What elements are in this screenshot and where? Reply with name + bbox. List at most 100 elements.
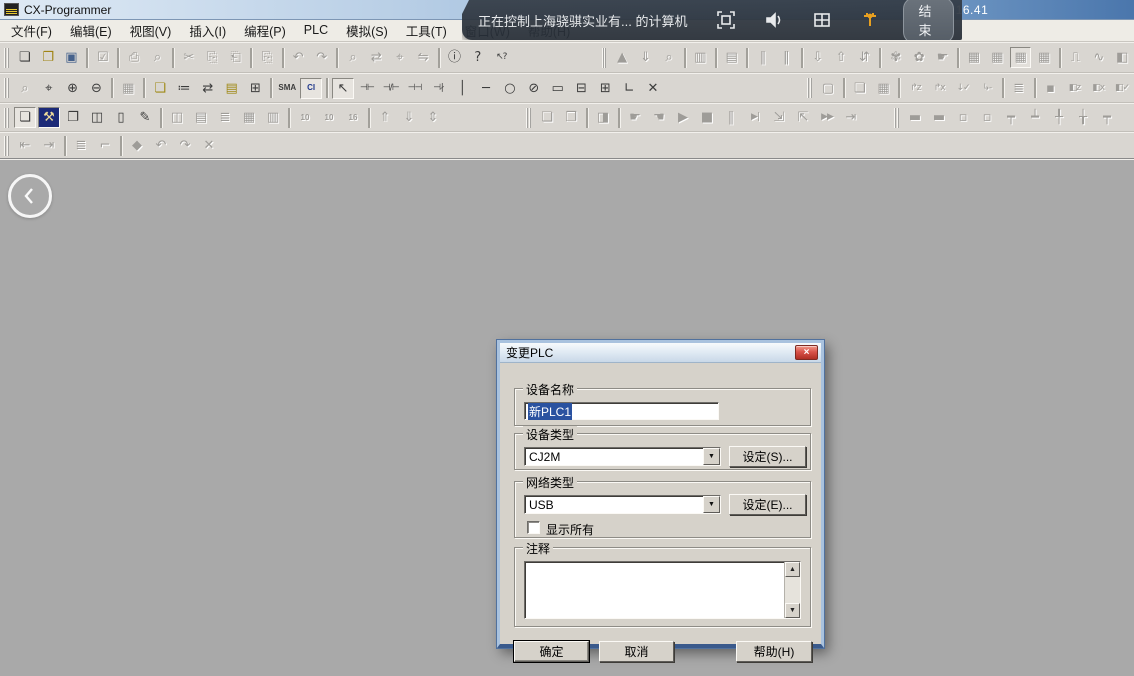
- io-bit-button-2-button[interactable]: ▬: [928, 107, 950, 128]
- decimal-display-button[interactable]: 10: [294, 107, 316, 128]
- delete-selection-button[interactable]: ✕: [642, 78, 664, 99]
- undo-button[interactable]: ↶: [288, 47, 309, 68]
- zoom-to-fit-button[interactable]: ⌖: [38, 78, 60, 99]
- show-sma-button[interactable]: SMA: [276, 78, 298, 99]
- ladder-view-button[interactable]: ▦: [238, 107, 260, 128]
- door-z-button[interactable]: ◧z: [1063, 78, 1085, 99]
- cycle-time-button[interactable]: ◧: [1112, 47, 1133, 68]
- new-fb-parameter-button[interactable]: ∟: [618, 78, 640, 99]
- copy-button[interactable]: ⎘: [202, 47, 223, 68]
- sim-stop-button[interactable]: ■: [696, 107, 718, 128]
- show-symbol-bar-button[interactable]: ▤: [221, 78, 243, 99]
- menu-insert[interactable]: 插入(I): [180, 18, 235, 44]
- transfer-from-plc-button[interactable]: ⇧: [830, 47, 851, 68]
- find-button[interactable]: ⌕: [342, 47, 363, 68]
- chevron-down-icon[interactable]: ▼: [703, 448, 720, 465]
- help-topics-button[interactable]: ?: [467, 47, 488, 68]
- hex-display-button[interactable]: 16: [342, 107, 364, 128]
- time-chart-button[interactable]: ▦: [873, 78, 895, 99]
- toggle-project-workspace-button[interactable]: ❏: [14, 107, 36, 128]
- paste-button[interactable]: ⎗: [225, 47, 246, 68]
- end-remote-button[interactable]: 结束: [903, 0, 954, 44]
- compile-program-check-button[interactable]: ☑: [92, 47, 113, 68]
- device-settings-button[interactable]: 设定(S)...: [729, 446, 806, 467]
- sim-pause-button[interactable]: ‖: [720, 107, 742, 128]
- new-plc-instruction-button[interactable]: ▭: [547, 78, 569, 99]
- menu-file[interactable]: 文件(F): [2, 18, 61, 44]
- toggle-watch-window-button[interactable]: ❐: [62, 107, 84, 128]
- run-mode-button[interactable]: ⇓: [635, 47, 656, 68]
- diff-partial-button[interactable]: ┯: [1096, 107, 1118, 128]
- new-coil-button[interactable]: ○: [499, 78, 521, 99]
- new-vertical-line-button[interactable]: │: [451, 78, 473, 99]
- box-z-button[interactable]: ↱z: [904, 78, 926, 99]
- signed-decimal-display-button[interactable]: 10: [318, 107, 340, 128]
- send-online-edit-changes-button[interactable]: ✿: [908, 47, 929, 68]
- toggle-local-window-button[interactable]: ▯: [110, 107, 132, 128]
- force-reset-button[interactable]: ↶: [150, 135, 172, 156]
- new-inverted-instruction-button[interactable]: ⊟: [571, 78, 593, 99]
- print-preview-button[interactable]: ⌕: [147, 47, 168, 68]
- new-contact-button[interactable]: ⊣⊢: [356, 78, 378, 99]
- scroll-up-icon[interactable]: ▲: [785, 562, 800, 577]
- save-file-button[interactable]: ▣: [61, 47, 82, 68]
- chevron-down-icon[interactable]: ▼: [703, 496, 720, 513]
- new-file-button[interactable]: ❏: [14, 47, 35, 68]
- cancel-button[interactable]: 取消: [599, 641, 674, 662]
- diff-up-down-button[interactable]: ╀: [1048, 107, 1070, 128]
- comment-textarea[interactable]: ▲ ▼: [524, 561, 801, 619]
- io-bit-button-1-button[interactable]: ▬: [904, 107, 926, 128]
- toolbar-drag-handle[interactable]: [526, 108, 531, 128]
- redo-button[interactable]: ↷: [311, 47, 332, 68]
- differential-trace-button[interactable]: ⎍: [1065, 47, 1086, 68]
- toolbar-drag-handle[interactable]: [4, 108, 9, 128]
- continuous-step-run-button[interactable]: ▶▶: [816, 107, 838, 128]
- new-horizontal-line-button[interactable]: ─: [475, 78, 497, 99]
- pause-monitoring-button[interactable]: ‖: [752, 47, 773, 68]
- align-list-button[interactable]: ≣: [70, 135, 92, 156]
- menu-edit[interactable]: 编辑(E): [61, 18, 121, 44]
- step-in-button[interactable]: ⇲: [768, 107, 790, 128]
- program-mode-button[interactable]: ▥: [690, 47, 711, 68]
- io-bit-button-3-button[interactable]: ▫: [952, 107, 974, 128]
- fullscreen-icon[interactable]: [715, 9, 737, 31]
- set-bit-button[interactable]: ⇑: [374, 107, 396, 128]
- back-button[interactable]: [8, 174, 52, 218]
- info-button[interactable]: ⓘ: [444, 47, 465, 68]
- box-x-button[interactable]: ↱x: [928, 78, 950, 99]
- door-check-button[interactable]: ◧✓: [1111, 78, 1133, 99]
- transfer-to-plc-button[interactable]: ⇩: [807, 47, 828, 68]
- work-online-button[interactable]: ▲: [611, 47, 632, 68]
- zoom-out-button[interactable]: ⊖: [86, 78, 108, 99]
- toolbar-drag-handle[interactable]: [807, 78, 812, 98]
- monitor-view-3-button[interactable]: ▦: [1010, 47, 1031, 68]
- show-comments-button[interactable]: ❏: [149, 78, 171, 99]
- menu-program[interactable]: 编程(P): [235, 18, 295, 44]
- run-simulator-button[interactable]: ❏: [536, 107, 558, 128]
- cross-reference-popup-button[interactable]: ◫: [86, 107, 108, 128]
- show-ci-button[interactable]: CI: [300, 78, 322, 99]
- split-window-button[interactable]: ◫: [166, 107, 188, 128]
- data-trace-button[interactable]: ❏: [849, 78, 871, 99]
- reset-bit-button[interactable]: ⇓: [398, 107, 420, 128]
- step-out-button[interactable]: ⇱: [792, 107, 814, 128]
- time-chart-monitor-button[interactable]: ∿: [1088, 47, 1109, 68]
- toggle-grid-button[interactable]: ▦: [117, 78, 139, 99]
- device-name-input[interactable]: 新PLC1: [524, 402, 719, 420]
- address-list-button[interactable]: ≣: [1008, 78, 1030, 99]
- toolbar-drag-handle[interactable]: [4, 48, 9, 68]
- simulator-online-button[interactable]: ◨: [592, 107, 614, 128]
- diff-down-up-button[interactable]: ╁: [1072, 107, 1094, 128]
- menu-simulation[interactable]: 模拟(S): [337, 18, 397, 44]
- print-button[interactable]: ⎙: [123, 47, 144, 68]
- simulator-transfer-button[interactable]: ❐: [560, 107, 582, 128]
- sim-play-button[interactable]: ▶: [672, 107, 694, 128]
- box-check-button[interactable]: ↓✓: [952, 78, 974, 99]
- ok-button[interactable]: 确定: [514, 641, 589, 662]
- box-minus-button[interactable]: ↳-: [976, 78, 998, 99]
- outdent-rung-button[interactable]: ⇤: [14, 135, 36, 156]
- show-rung-annotations-button[interactable]: ≔: [173, 78, 195, 99]
- force-toggle-button[interactable]: ↷: [174, 135, 196, 156]
- watch-window-dark-button[interactable]: ▪: [1040, 78, 1062, 99]
- toolbar-drag-handle[interactable]: [894, 108, 899, 128]
